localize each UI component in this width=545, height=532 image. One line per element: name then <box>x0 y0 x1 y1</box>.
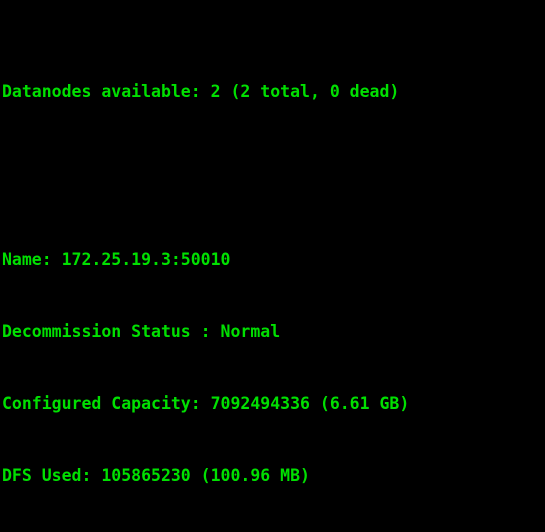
datanodes-available-line: Datanodes available: 2 (2 total, 0 dead) <box>2 82 400 101</box>
terminal-output-pane[interactable]: Datanodes available: 2 (2 total, 0 dead)… <box>0 0 545 532</box>
datanode-1-dfs-used-line: DFS Used: 105865230 (100.96 MB) <box>2 466 310 485</box>
datanode-1-decommission-status-line: Decommission Status : Normal <box>2 322 281 341</box>
datanode-1-configured-capacity-line: Configured Capacity: 7092494336 (6.61 GB… <box>2 394 410 413</box>
datanode-1-name-line: Name: 172.25.19.3:50010 <box>2 250 231 269</box>
